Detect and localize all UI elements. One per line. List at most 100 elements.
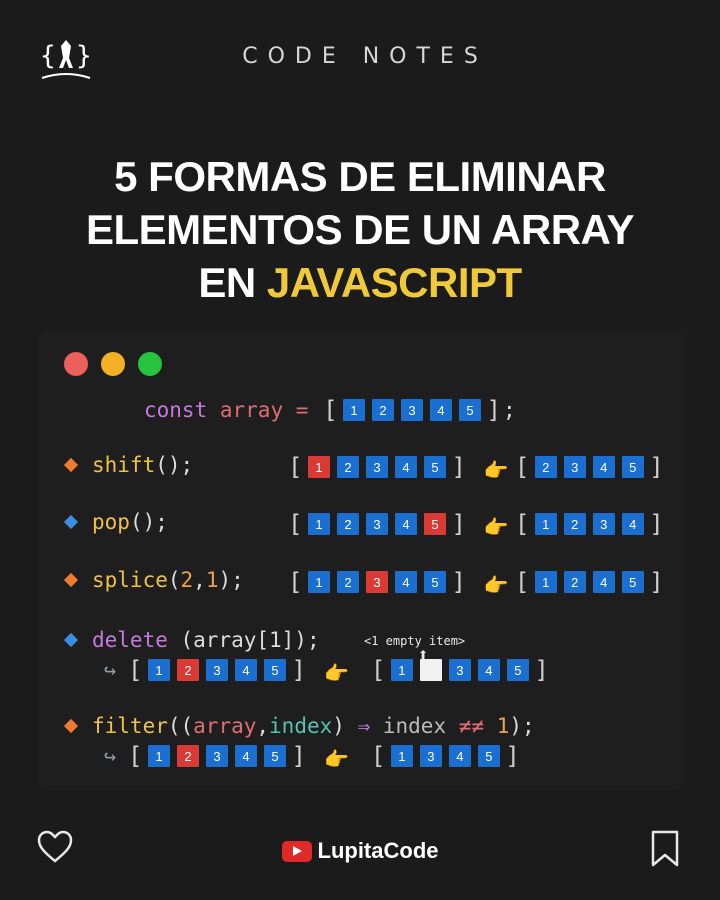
- array-cell: 5: [264, 659, 286, 681]
- pointing-hand-icon: 👉: [483, 573, 509, 597]
- filter-param-1: array: [193, 714, 257, 738]
- array-cell: 5: [477, 745, 500, 767]
- array-cell: 4: [394, 456, 417, 478]
- close-bracket: ]: [649, 568, 664, 596]
- open-bracket: [: [514, 453, 530, 481]
- array-cell: 5: [621, 456, 644, 478]
- array-cell: 5: [459, 399, 482, 421]
- filter-end: );: [509, 714, 535, 738]
- return-arrow-icon: ↪: [104, 744, 117, 768]
- array-cell: [419, 659, 442, 681]
- array-cell: 4: [592, 456, 615, 478]
- array-cell: 1: [148, 745, 170, 767]
- delete-visual: ↪ [1 2 3 4 5] 👉 [1 3 4 5]: [104, 656, 551, 685]
- channel-credit[interactable]: LupitaCode: [0, 838, 720, 864]
- array-cell: 3: [365, 571, 388, 593]
- arrow-operator: ⇒: [357, 714, 371, 738]
- title-line-3: EN JAVASCRIPT: [0, 256, 720, 309]
- brand-name: CODE NOTES: [242, 44, 488, 69]
- open-bracket: [: [128, 656, 143, 684]
- pointing-hand-icon: 👉: [323, 661, 349, 685]
- array-name: array: [219, 398, 284, 422]
- close-bracket: ]: [505, 742, 520, 770]
- splice-close: );: [218, 568, 244, 592]
- open-bracket: [: [370, 742, 386, 770]
- array-cell: 1: [390, 659, 413, 681]
- bookmark-icon[interactable]: [650, 830, 680, 868]
- open-bracket: [: [370, 656, 386, 684]
- splice-after-array: [1 2 4 5]: [513, 568, 666, 596]
- array-cell: 5: [423, 456, 446, 478]
- empty-item-note: <1 empty item>: [364, 634, 466, 648]
- array-cell: 1: [534, 513, 557, 535]
- splice-comma: ,: [193, 568, 206, 592]
- splice-method: splice: [92, 568, 168, 592]
- array-cell: 4: [394, 571, 417, 593]
- declared-array: [1 2 3 4 5]: [321, 396, 503, 424]
- array-cell: 3: [401, 399, 424, 421]
- splice-open: (: [167, 568, 181, 592]
- filter-open: ((: [167, 714, 194, 738]
- delete-before-array: [1 2 3 4 5]: [126, 656, 308, 684]
- close-bracket: ]: [451, 510, 466, 538]
- array-cell: 3: [448, 659, 471, 681]
- open-bracket: [: [288, 568, 303, 596]
- bullet-icon: [63, 632, 79, 648]
- array-cell: 2: [534, 456, 557, 478]
- pop-before-array: [1 2 3 4 5]: [286, 510, 468, 538]
- array-cell: 3: [206, 659, 228, 681]
- shift-visual: [1 2 3 4 5] 👉 [2 3 4 5]: [286, 453, 666, 482]
- array-cell: 2: [336, 513, 359, 535]
- close-bracket: ]: [451, 568, 466, 596]
- array-cell: 4: [394, 513, 417, 535]
- green-dot[interactable]: [138, 352, 162, 376]
- close-bracket: ]: [649, 453, 664, 481]
- array-cell: 2: [563, 571, 586, 593]
- delete-after-array: [1 3 4 5]: [369, 656, 551, 684]
- delete-line: delete (array[1]);: [63, 628, 320, 652]
- array-cell: 4: [621, 513, 644, 535]
- pop-args: ();: [129, 510, 168, 534]
- pop-line: pop ();: [63, 510, 168, 534]
- array-cell: 2: [336, 571, 359, 593]
- pointing-hand-icon: 👉: [323, 747, 349, 771]
- array-cell: 4: [430, 399, 453, 421]
- filter-value: 1: [496, 714, 510, 738]
- array-cell: 3: [365, 456, 388, 478]
- array-cell: 1: [307, 456, 330, 478]
- array-cell: 4: [477, 659, 500, 681]
- return-arrow-icon: ↪: [104, 658, 117, 682]
- yellow-dot[interactable]: [101, 352, 125, 376]
- title-prefix: EN: [198, 259, 256, 306]
- not-equal-operator: ≠≠: [458, 714, 485, 738]
- close-bracket: ]: [486, 396, 501, 424]
- array-cell: 3: [365, 513, 388, 535]
- delete-expr: (array[1]);: [180, 628, 320, 652]
- array-cell: 1: [307, 571, 330, 593]
- shift-before-array: [1 2 3 4 5]: [286, 453, 468, 481]
- filter-line: filter((array, index) ⇒ index ≠≠ 1);: [63, 714, 535, 738]
- open-bracket: [: [128, 742, 143, 770]
- array-cell: 2: [372, 399, 395, 421]
- array-cell: 1: [148, 659, 170, 681]
- title-line-2: ELEMENTOS DE UN ARRAY: [85, 206, 635, 253]
- splice-arg-2: 1: [205, 568, 219, 592]
- page-title: 5 FORMAS DE ELIMINAR ELEMENTOS DE UN ARR…: [0, 150, 720, 309]
- array-cell: 1: [390, 745, 413, 767]
- shift-after-array: [2 3 4 5]: [513, 453, 666, 481]
- window-controls: [64, 352, 162, 376]
- close-bracket: ]: [649, 510, 664, 538]
- red-dot[interactable]: [64, 352, 88, 376]
- code-editor-window: const array = [1 2 3 4 5]; shift (); [1 2 3 4 5] …: [38, 332, 684, 790]
- array-cell: 3: [419, 745, 442, 767]
- semicolon: ;: [502, 398, 516, 422]
- array-cell: 4: [235, 659, 257, 681]
- declaration-line: const array = [1 2 3 4 5];: [144, 396, 516, 424]
- filter-visual: ↪ [1 2 3 4 5] 👉 [1 3 4 5]: [104, 742, 522, 771]
- open-bracket: [: [514, 568, 530, 596]
- array-cell: 4: [448, 745, 471, 767]
- array-cell: 2: [177, 659, 199, 681]
- array-cell: 1: [534, 571, 557, 593]
- delete-keyword: delete: [92, 628, 168, 652]
- filter-close-params: ): [332, 714, 345, 738]
